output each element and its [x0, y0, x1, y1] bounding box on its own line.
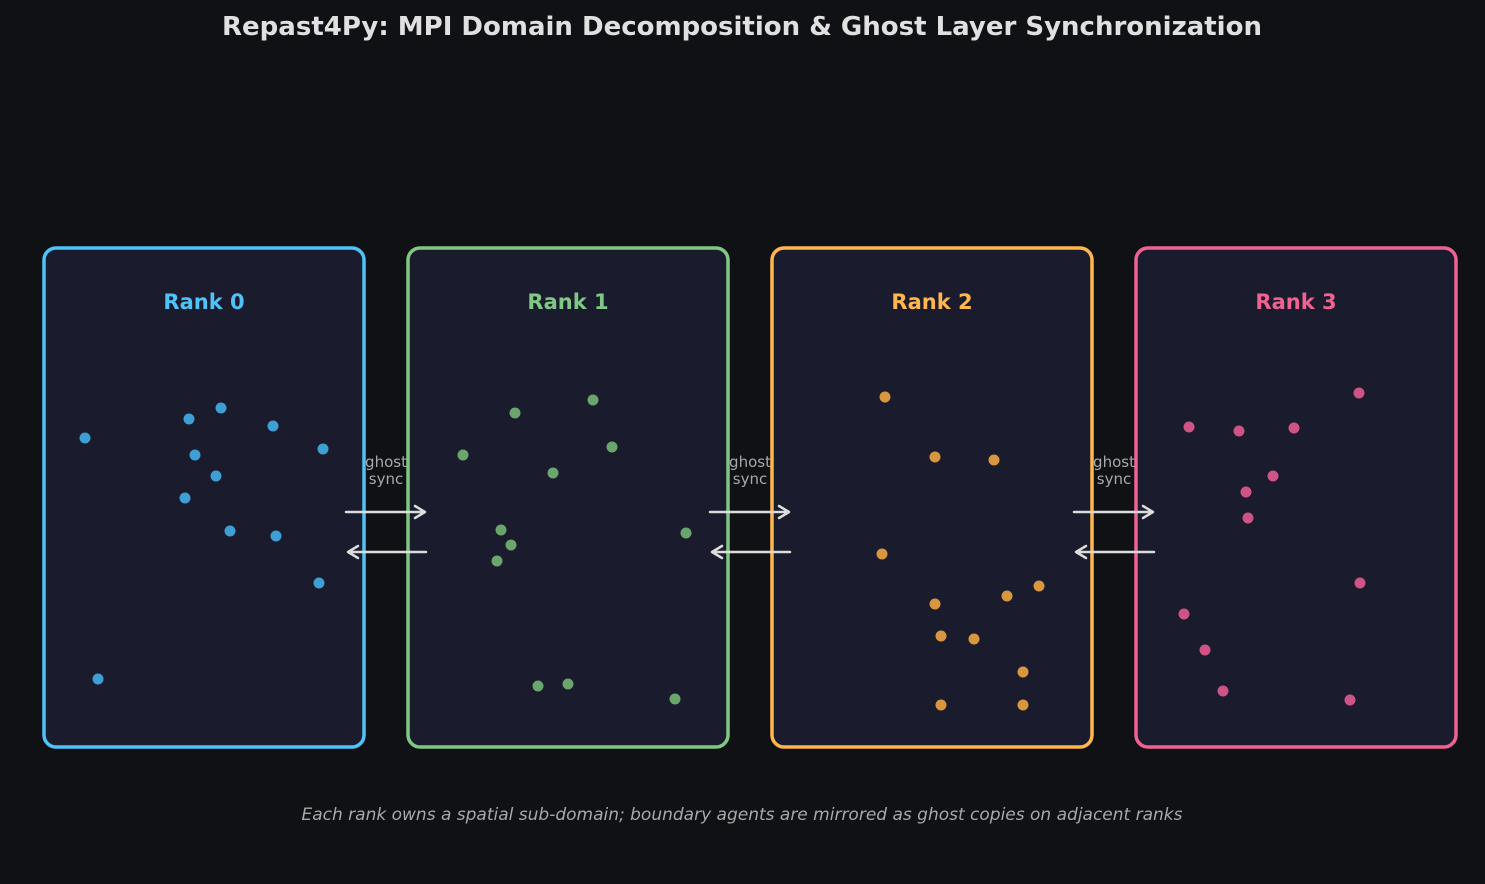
agent-dot [1240, 486, 1252, 498]
rank-panel-border [406, 246, 730, 749]
rank-panel-border [1134, 246, 1458, 749]
agent-dot [1344, 694, 1356, 706]
rank-label: Rank 3 [1255, 290, 1336, 314]
agent-dot [1017, 666, 1029, 678]
rank-panels: Rank 0 Rank 1 Rank 2 Rank 3 [42, 246, 1458, 749]
agent-dot [1001, 590, 1013, 602]
agent-dot [509, 407, 521, 419]
agent-dot [1033, 580, 1045, 592]
rank-panel-3: Rank 3 [1134, 246, 1458, 749]
agent-dot [317, 443, 329, 455]
rank-panel-1: Rank 1 [406, 246, 730, 749]
rank-panel-2: Rank 2 [770, 246, 1094, 749]
diagram-title: Repast4Py: MPI Domain Decomposition & Gh… [222, 12, 1262, 42]
agent-dot [1288, 422, 1300, 434]
agent-dot [1199, 644, 1211, 656]
rank-label: Rank 1 [527, 290, 608, 314]
agent-dot [1242, 512, 1254, 524]
agent-dot [562, 678, 574, 690]
agent-dot [988, 454, 1000, 466]
agent-dot [532, 680, 544, 692]
agent-dot [935, 699, 947, 711]
agent-dot [267, 420, 279, 432]
ghost-sync-label: ghost sync [365, 453, 407, 488]
agent-dot [879, 391, 891, 403]
agent-dot [1267, 470, 1279, 482]
rank-panel-0: Rank 0 [42, 246, 366, 749]
agent-dot [547, 467, 559, 479]
ghost-sync-label: ghost sync [1093, 453, 1135, 488]
agent-dot [876, 548, 888, 560]
agent-dot [505, 539, 517, 551]
rank-panel-border [42, 246, 366, 749]
agent-dot [1233, 425, 1245, 437]
agent-dot [929, 598, 941, 610]
agent-dot [1017, 699, 1029, 711]
agent-dot [313, 577, 325, 589]
agent-dot [1353, 387, 1365, 399]
agent-dot [587, 394, 599, 406]
agent-dot [183, 413, 195, 425]
rank-label: Rank 2 [891, 290, 972, 314]
ghost-sync-label: ghost sync [729, 453, 771, 488]
agent-dot [224, 525, 236, 537]
agent-dot [929, 451, 941, 463]
agent-dot [669, 693, 681, 705]
agent-dot [457, 449, 469, 461]
agent-dot [1217, 685, 1229, 697]
agent-dot [1354, 577, 1366, 589]
agent-dot [215, 402, 227, 414]
agent-dot [79, 432, 91, 444]
agent-dot [680, 527, 692, 539]
agent-dot [1178, 608, 1190, 620]
agent-dot [935, 630, 947, 642]
agent-dot [270, 530, 282, 542]
decomposition-diagram: Repast4Py: MPI Domain Decomposition & Gh… [42, 12, 1458, 825]
agent-dot [1183, 421, 1195, 433]
agent-dot [968, 633, 980, 645]
diagram-caption: Each rank owns a spatial sub-domain; bou… [302, 805, 1183, 825]
agent-dot [491, 555, 503, 567]
agent-dot [210, 470, 222, 482]
agent-dot [495, 524, 507, 536]
agent-dot [606, 441, 618, 453]
agent-dot [189, 449, 201, 461]
rank-panel-border [770, 246, 1094, 749]
agent-dot [92, 673, 104, 685]
agent-dot [179, 492, 191, 504]
rank-label: Rank 0 [163, 290, 244, 314]
